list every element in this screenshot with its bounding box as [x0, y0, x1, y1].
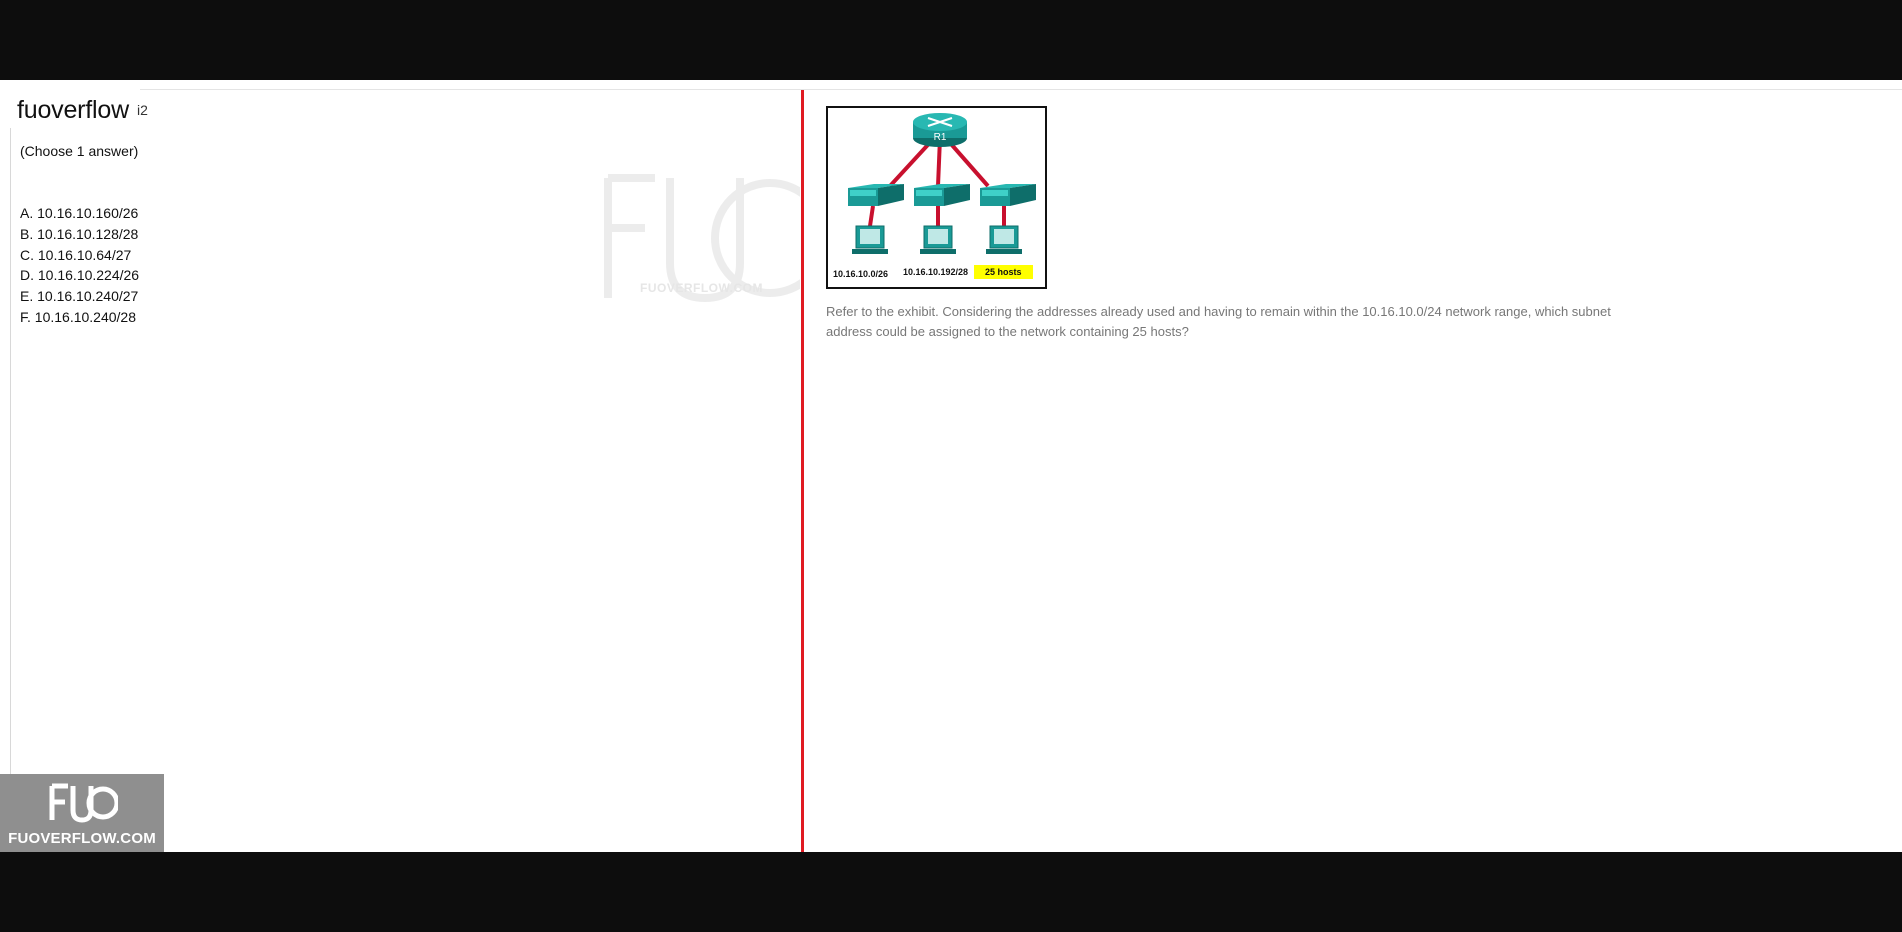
question-text: Refer to the exhibit. Considering the ad…	[826, 304, 1611, 339]
answer-option-b[interactable]: B. 10.16.10.128/28	[20, 224, 139, 245]
answer-option-c[interactable]: C. 10.16.10.64/27	[20, 245, 139, 266]
logo-text: FUOVERFLOW.COM	[8, 830, 156, 847]
answer-option-e[interactable]: E. 10.16.10.240/27	[20, 286, 139, 307]
switch-icon-1	[848, 184, 904, 206]
watermark-text: FUOVERFLOW.COM	[640, 281, 763, 295]
left-border-line	[10, 128, 11, 852]
panel-divider	[801, 90, 804, 852]
fuo-logo-icon	[49, 783, 118, 823]
answer-option-d[interactable]: D. 10.16.10.224/26	[20, 265, 139, 286]
answer-option-a[interactable]: A. 10.16.10.160/26	[20, 203, 139, 224]
exhibit-label-hosts: 25 hosts	[974, 265, 1033, 279]
exhibit-diagram: R1 10.16.10.0/26 10.16.10.192/28 25 host…	[826, 106, 1047, 289]
answer-option-f[interactable]: F. 10.16.10.240/28	[20, 307, 139, 328]
top-black-bar	[0, 0, 1902, 80]
question-number-fragment: i2	[137, 102, 148, 118]
pc-icon-1	[852, 225, 888, 254]
switch-icon-3	[980, 184, 1036, 206]
pc-icon-3	[986, 225, 1022, 254]
top-divider-line	[140, 89, 1902, 90]
link-switch1-pc1	[868, 205, 875, 227]
router-icon: R1	[913, 113, 967, 147]
pc-icon-2	[920, 225, 956, 254]
page-content: fuoverflow i2 (Choose 1 answer) A. 10.16…	[0, 80, 1902, 852]
bottom-black-bar	[0, 852, 1902, 932]
svg-text:R1: R1	[934, 132, 947, 143]
exhibit-label-subnet-1: 10.16.10.0/26	[833, 269, 889, 279]
choose-instruction: (Choose 1 answer)	[20, 143, 139, 159]
fuoverflow-logo: FUOVERFLOW.COM	[0, 774, 164, 852]
switch-icon-2	[914, 184, 970, 206]
network-topology: R1	[848, 113, 1036, 254]
answer-list: A. 10.16.10.160/26 B. 10.16.10.128/28 C.…	[20, 203, 139, 328]
brand-title: fuoverflow	[17, 96, 129, 124]
exhibit-label-subnet-2: 10.16.10.192/28	[903, 267, 969, 277]
